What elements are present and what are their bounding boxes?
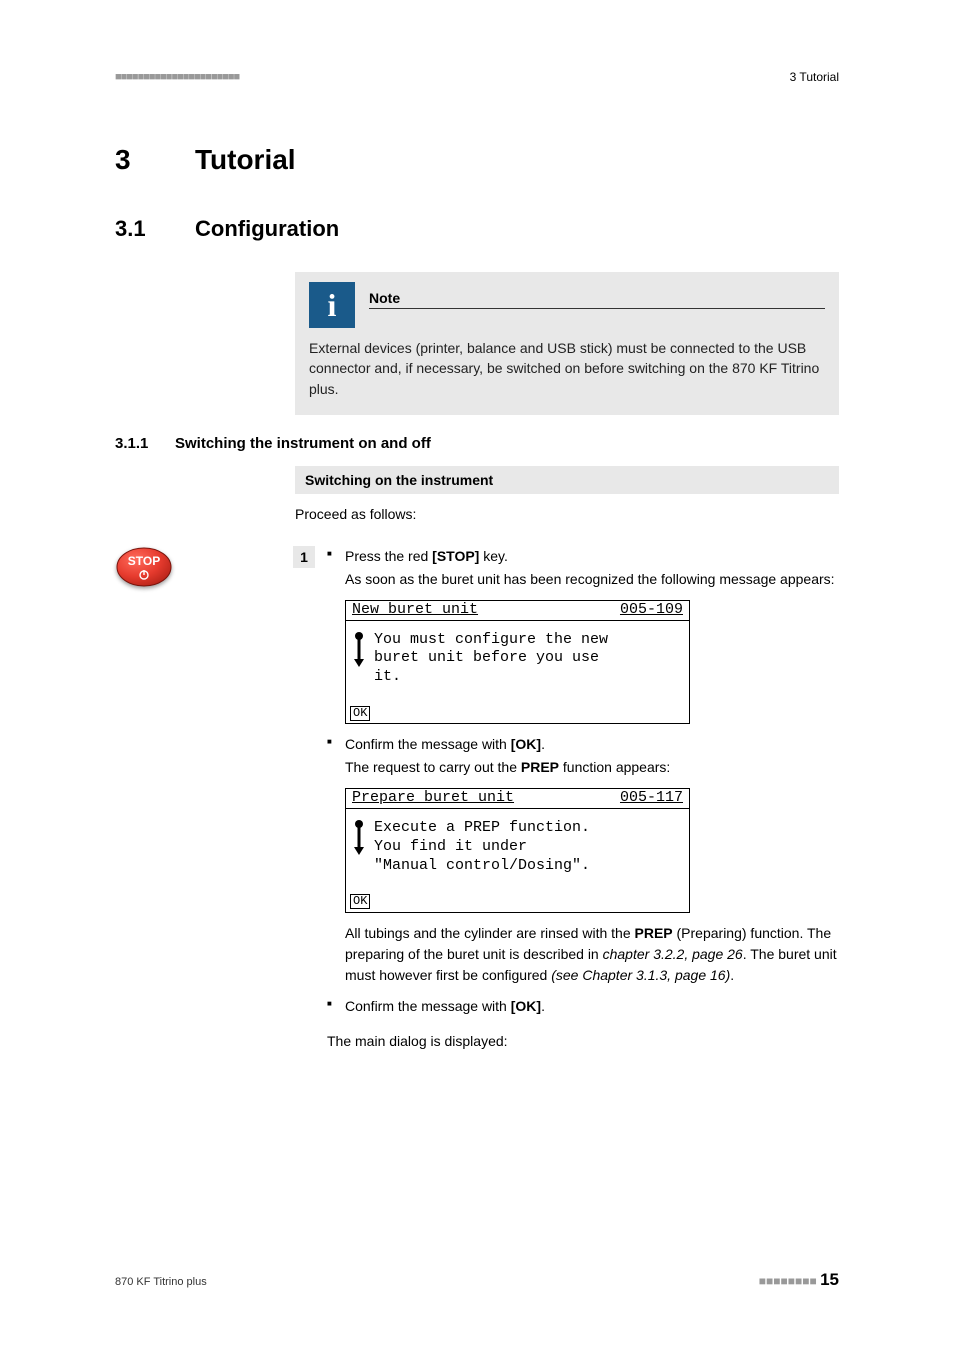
subsection-title: Switching the instrument on and off <box>175 435 431 452</box>
stop-label: STOP <box>128 554 160 568</box>
lcd-screen-1: New buret unit 005-109 <box>345 600 690 725</box>
chapter-heading: 3Tutorial <box>115 144 839 176</box>
note-box: i Note External devices (printer, balanc… <box>295 272 839 415</box>
step-bullet-3: Confirm the message with [OK]. <box>327 996 839 1017</box>
step-number: 1 <box>293 546 315 568</box>
procedure-title: Switching on the instrument <box>295 466 839 494</box>
step-bullet-2: Confirm the message with [OK]. The reque… <box>327 734 839 986</box>
chapter-number: 3 <box>115 144 195 176</box>
down-arrow-icon <box>352 631 366 671</box>
subsection-number: 3.1.1 <box>115 435 175 452</box>
proceed-text: Proceed as follows: <box>295 506 839 522</box>
main-dialog-text: The main dialog is displayed: <box>327 1033 839 1049</box>
lcd2-ok: OK <box>350 894 370 909</box>
section-title: Configuration <box>195 216 339 241</box>
lcd2-code: 005-117 <box>620 789 683 808</box>
stop-button-icon: STOP <box>115 546 173 588</box>
lcd2-message: Execute a PREP function. You find it und… <box>374 819 590 875</box>
footer-product: 870 KF Titrino plus <box>115 1276 207 1288</box>
footer-dashes: ■■■■■■■■ <box>759 1274 817 1288</box>
subsection-heading: 3.1.1Switching the instrument on and off <box>115 435 839 452</box>
section-number: 3.1 <box>115 216 195 242</box>
lcd1-title: New buret unit <box>352 601 478 620</box>
lcd-screen-2: Prepare buret unit 005-117 <box>345 788 690 913</box>
header-section-label: 3 Tutorial <box>790 70 839 84</box>
step-bullet-1: Press the red [STOP] key. As soon as the… <box>327 546 839 725</box>
prep-description: All tubings and the cylinder are rinsed … <box>345 923 839 986</box>
lcd1-ok: OK <box>350 706 370 721</box>
info-icon: i <box>309 282 355 328</box>
step-bullet-2-sub: The request to carry out the PREP functi… <box>345 757 839 778</box>
note-text: External devices (printer, balance and U… <box>309 338 825 399</box>
down-arrow-icon <box>352 819 366 859</box>
lcd1-code: 005-109 <box>620 601 683 620</box>
header-dashes-left: ■■■■■■■■■■■■■■■■■■■■■■ <box>115 71 239 83</box>
note-label: Note <box>369 290 825 306</box>
lcd2-title: Prepare buret unit <box>352 789 514 808</box>
lcd1-message: You must configure the new buret unit be… <box>374 631 608 687</box>
page-number: 15 <box>820 1270 839 1289</box>
section-heading: 3.1Configuration <box>115 216 839 242</box>
chapter-title: Tutorial <box>195 144 296 175</box>
step-bullet-1-sub: As soon as the buret unit has been recog… <box>345 569 839 590</box>
